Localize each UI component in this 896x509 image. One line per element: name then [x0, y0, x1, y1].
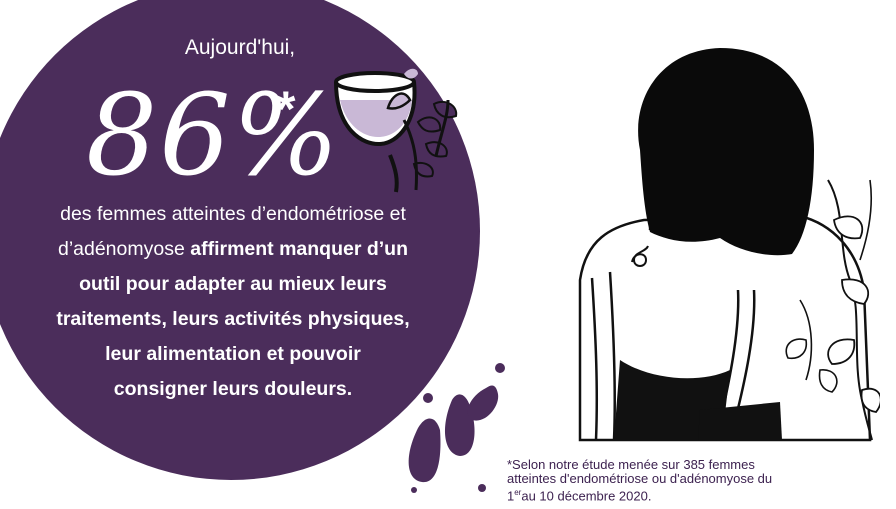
intro-text: Aujourd'hui, [184, 36, 296, 59]
decorative-paint-splash [408, 363, 505, 493]
description-line-4: traitements, leurs activités physiques, [10, 302, 456, 337]
menstrual-cup-illustration [334, 68, 458, 193]
footnote-line-3: 1erau 10 décembre 2020. [507, 486, 887, 503]
description-line-4-text: traitements, leurs activités physiques, [56, 308, 410, 330]
footnote-line-2: atteintes d'endométriose ou d'adénomyose… [507, 471, 773, 486]
footnote: *Selon notre étude menée sur 385 femmes … [507, 458, 887, 503]
description-line-3: outil pour adapter au mieux leurs [10, 267, 456, 302]
description-line-2-bold: affirment manquer d’un [190, 238, 409, 260]
description-line-3-text: outil pour adapter au mieux leurs [79, 273, 387, 295]
description-line-6-text: consigner leurs douleurs. [113, 378, 353, 400]
description-line-2-regular: d’adénomyose [57, 238, 185, 260]
description-line-2: d’adénomyose affirment manquer d’un [10, 232, 456, 267]
statistic-description: des femmes atteintes d’endométriose et d… [10, 197, 456, 407]
woman-illustration [578, 48, 880, 442]
footnote-line-1: *Selon notre étude menée sur 385 femmes [507, 457, 755, 472]
footnote-line-3-date: au 10 décembre 2020. [521, 488, 652, 504]
asterisk-mark: * [276, 81, 296, 137]
percentage-value: 86% [86, 71, 341, 201]
description-line-5: leur alimentation et pouvoir [10, 337, 456, 372]
description-line-6: consigner leurs douleurs. [10, 372, 456, 407]
description-line-5-text: leur alimentation et pouvoir [105, 343, 361, 365]
description-line-1: des femmes atteintes d’endométriose et [60, 203, 406, 225]
